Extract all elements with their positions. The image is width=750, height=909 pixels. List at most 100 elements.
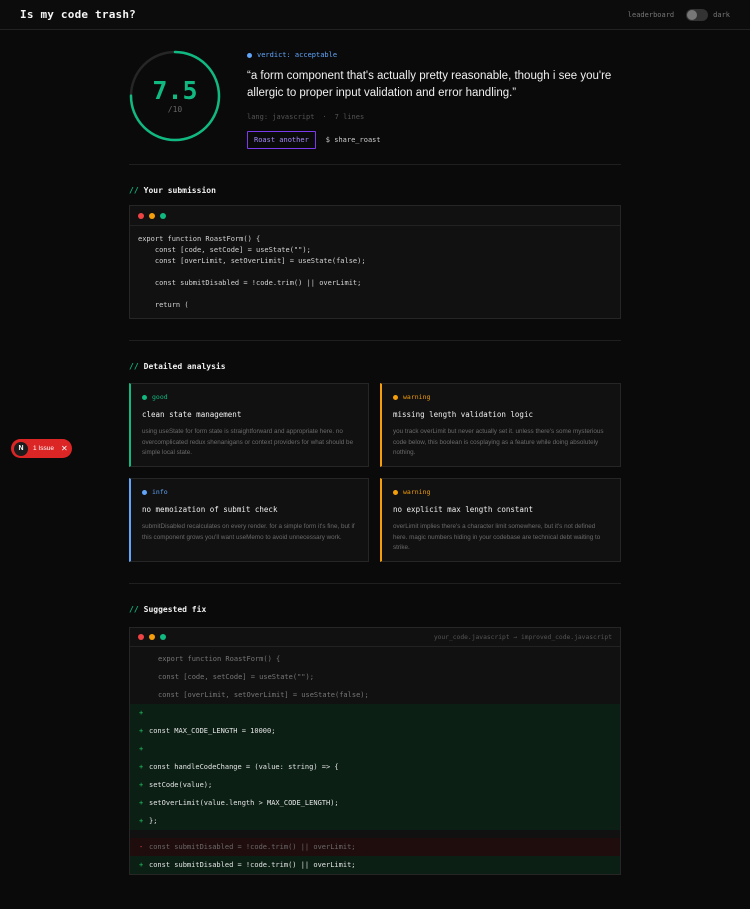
diff-sign: + [139,817,144,825]
analysis-card: warning missing length validation logic … [380,383,621,467]
window-titlebar: your_code.javascript → improved_code.jav… [130,628,620,647]
diff-text: const submitDisabled = !code.trim() || o… [149,843,356,851]
card-description: using useState for form state is straigh… [142,428,354,456]
verdict-text: verdict: acceptable [257,51,338,59]
card-tag-label: good [152,393,168,401]
diff-body[interactable]: export function RoastForm() { const [cod… [130,650,620,874]
code-line: const submitDisabled = !code.trim() || o… [138,279,362,287]
theme-toggle-group: dark [686,8,730,21]
diff-sign: + [139,727,144,735]
minimize-dot-icon [149,212,155,219]
diff-sign: + [139,861,144,869]
code-line: const [overLimit, setOverLimit] = useSta… [138,257,366,265]
diff-sign: + [139,781,144,789]
roast-another-button[interactable]: Roast another [247,131,316,149]
meta-separator: · [322,113,327,121]
diff-file-path: your_code.javascript → improved_code.jav… [433,633,612,641]
diff-sign: + [139,709,144,717]
diff-text: const handleCodeChange = (value: string)… [149,763,339,771]
section-title-text: Your submission [143,186,216,195]
diff-line: + setCode(value); [130,776,620,794]
score-value: 7.5 [152,76,198,105]
diff-sign [139,830,149,838]
theme-toggle[interactable] [686,8,709,21]
section-slash: // [129,362,139,371]
diff-window: your_code.javascript → improved_code.jav… [129,627,621,875]
diff-line [130,830,620,838]
card-tag-label: warning [403,393,431,401]
status-dot-icon [393,489,398,495]
top-actions: leaderboard dark [628,8,730,21]
analysis-card: info no memoization of submit check subm… [129,478,369,562]
leaderboard-link[interactable]: leaderboard [628,11,674,19]
diff-sign: + [139,763,144,771]
card-title: missing length validation logic [393,410,533,419]
section-title-text: Detailed analysis [143,362,226,371]
analysis-card: good clean state management using useSta… [129,383,369,467]
diff-line: - const submitDisabled = !code.trim() || … [130,838,620,856]
hero-actions: Roast another $ share_roast [247,131,621,149]
analysis-cards: good clean state management using useSta… [129,383,621,562]
diff-sign [148,686,158,704]
diff-line: + setOverLimit(value.length > MAX_CODE_LE… [130,794,620,812]
card-description: submitDisabled recalculates on every ren… [142,523,355,541]
score-max: /10 [167,105,183,114]
diff-sign [148,668,158,686]
theme-label: dark [713,10,730,19]
analysis-card: warning no explicit max length constant … [380,478,621,562]
card-tag: good [142,393,357,401]
status-dot-icon [142,394,147,400]
card-tag-label: info [152,488,168,496]
score-hero: 7.5 /10 verdict: acceptable “a form comp… [129,30,621,164]
diff-text: export function RoastForm() { [158,655,281,663]
score-gauge: 7.5 /10 [129,50,221,142]
code-line: export function RoastForm() { [138,235,261,243]
close-dot-icon [138,634,144,640]
next-logo-icon: N [14,441,28,456]
verdict-badge: verdict: acceptable [247,51,621,59]
diff-line: + [130,740,620,758]
section-slash: // [129,186,139,195]
diff-line: const [overLimit, setOverLimit] = useSta… [130,686,620,704]
share-roast-button[interactable]: $ share_roast [326,136,381,144]
code-line: return ( [138,301,189,309]
app-title[interactable]: Is my code trash? [20,8,136,21]
toggle-knob [687,9,698,20]
close-icon[interactable]: ✕ [61,444,68,453]
card-tag: warning [393,488,609,496]
diff-sign: + [139,745,144,753]
verdict-panel: verdict: acceptable “a form component th… [247,50,621,164]
code-line: const [code, setCode] = useState(""); [138,246,311,254]
status-dot-icon [393,394,398,400]
code-meta: lang: javascript · 7 lines [247,113,621,121]
diff-line: + [130,704,620,722]
issue-count: 1 Issue [33,445,54,452]
diff-text: }; [149,817,158,825]
diff-line: + const MAX_CODE_LENGTH = 10000; [130,722,620,740]
issue-badge[interactable]: N 1 Issue ✕ [11,439,72,458]
section-title-text: Suggested fix [143,605,207,614]
card-description: overLimit implies there's a character li… [393,523,601,551]
diff-line: + const handleCodeChange = (value: string… [130,758,620,776]
roast-quote: “a form component that's actually pretty… [247,70,612,99]
card-tag: info [142,488,357,496]
card-title: clean state management [142,410,242,419]
diff-text: setCode(value); [149,781,213,789]
language-label: lang: javascript [247,113,315,121]
card-tag: warning [393,393,609,401]
diff-line: +}; [130,812,620,830]
diff-text: setOverLimit(value.length > MAX_CODE_LEN… [149,799,339,807]
card-title: no explicit max length constant [393,505,533,514]
status-dot-icon [142,489,147,495]
submission-code[interactable]: export function RoastForm() { const [cod… [130,226,620,318]
fix-heading: // Suggested fix [129,605,621,614]
minimize-dot-icon [149,634,155,640]
verdict-dot-icon [247,52,252,58]
maximize-dot-icon [160,634,166,640]
maximize-dot-icon [160,212,166,219]
line-count: 7 lines [334,113,365,121]
diff-text: const MAX_CODE_LENGTH = 10000; [149,727,276,735]
diff-sign: + [139,799,144,807]
